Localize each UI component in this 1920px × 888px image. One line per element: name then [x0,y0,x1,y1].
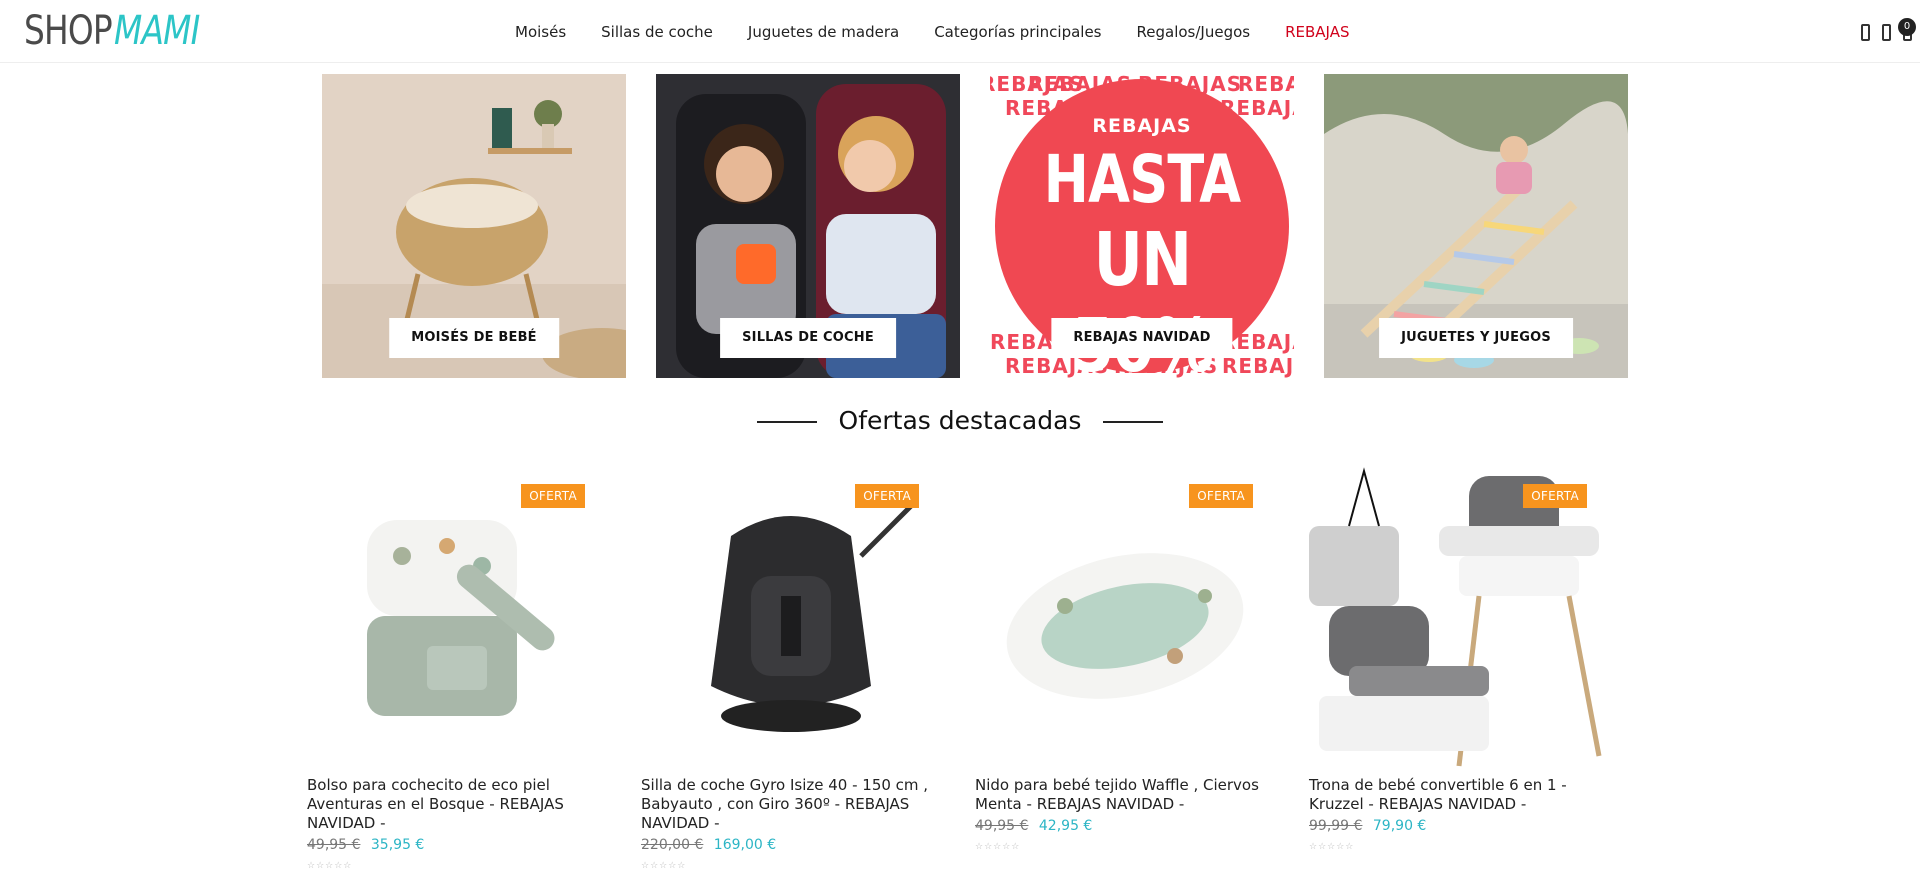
old-price: 99,99 € [1309,818,1363,834]
product-image[interactable]: OFERTA [641,466,941,776]
product-card[interactable]: OFERTA Bolso para cochecito de eco piel … [307,466,607,871]
category-juguetes-y-juegos[interactable]: JUGUETES Y JUEGOS [1324,74,1628,378]
car-seat-image [711,504,913,732]
product-image[interactable]: OFERTA [307,466,607,776]
new-price: 169,00 € [713,837,777,853]
search-icon[interactable] [1861,23,1870,41]
rating-stars: ☆☆☆☆☆ [975,842,1021,852]
product-prices: 49,95 € 35,95 € [307,835,607,855]
heading-line-left [757,420,818,423]
baby-nest-image [1006,553,1244,699]
cart-count-badge: 0 [1898,17,1916,36]
category-moises[interactable]: MOISÉS DE BEBÉ [322,74,626,378]
product-prices: 220,00 € 169,00 € [641,835,941,855]
site-header: SHOP MAMI Moisés Sillas de coche Juguete… [0,0,1920,63]
product-card[interactable]: OFERTA Silla de coche Gyro Isize 40 - 15… [641,466,941,871]
product-image[interactable]: OFERTA [1309,466,1609,776]
offer-badge: OFERTA [521,484,585,508]
product-title[interactable]: Silla de coche Gyro Isize 40 - 150 cm , … [641,776,941,833]
sale-circle-small-text: REBAJAS [1092,115,1192,137]
nav-juguetes-de-madera[interactable]: Juguetes de madera [748,20,899,44]
old-price: 49,95 € [975,818,1029,834]
old-price: 49,95 € [307,837,361,853]
nav-categorias-principales[interactable]: Categorías principales [934,20,1101,44]
featured-offers-heading: Ofertas destacadas [0,403,1920,439]
high-chair-image [1309,467,1602,767]
sale-circle-line1: HASTA [1043,141,1241,218]
product-title[interactable]: Bolso para cochecito de eco piel Aventur… [307,776,607,833]
new-price: 79,90 € [1372,818,1427,834]
offer-badge: OFERTA [1189,484,1253,508]
category-sillas-de-coche[interactable]: SILLAS DE COCHE [656,74,960,378]
category-label: REBAJAS NAVIDAD [1051,318,1233,358]
account-icon[interactable] [1882,23,1891,41]
logo-mami-text: MAMI [114,8,200,54]
rating-stars: ☆☆☆☆☆ [307,861,353,871]
new-price: 42,95 € [1038,818,1093,834]
category-label: MOISÉS DE BEBÉ [389,318,559,358]
offer-badge: OFERTA [855,484,919,508]
section-title: Ofertas destacadas [838,406,1082,435]
old-price: 220,00 € [641,837,704,853]
nav-rebajas[interactable]: REBAJAS [1285,20,1349,44]
main-nav: Moisés Sillas de coche Juguetes de mader… [515,20,1384,44]
new-price: 35,95 € [370,837,425,853]
product-card[interactable]: OFERTA Nido para bebé tejido Waffle , Ci… [975,466,1275,852]
sale-repeat-text-4: REBAJAS [1238,74,1294,96]
rating-stars: ☆☆☆☆☆ [641,861,687,871]
nav-sillas-de-coche[interactable]: Sillas de coche [601,20,713,44]
header-icons: 0 [1861,17,1920,44]
product-title[interactable]: Trona de bebé convertible 6 en 1 - Kruzz… [1309,776,1609,814]
category-rebajas-navidad[interactable]: REBAJAS REBAJAS REBAJAS REBAJAS REBAJAS … [990,74,1294,378]
product-prices: 49,95 € 42,95 € [975,816,1275,836]
category-label: SILLAS DE COCHE [720,318,896,358]
rating-stars: ☆☆☆☆☆ [1309,842,1355,852]
nav-moises[interactable]: Moisés [515,20,566,44]
product-image[interactable]: OFERTA [975,466,1275,776]
cart-icon[interactable]: 0 [1898,17,1916,41]
product-prices: 99,99 € 79,90 € [1309,816,1609,836]
nav-regalos-juegos[interactable]: Regalos/Juegos [1137,20,1251,44]
heading-line-right [1102,420,1163,423]
category-label: JUGUETES Y JUEGOS [1379,318,1573,358]
logo-shop-text: SHOP [24,8,113,54]
product-title[interactable]: Nido para bebé tejido Waffle , Ciervos M… [975,776,1275,814]
shopmami-logo[interactable]: SHOP MAMI [24,10,218,52]
product-card[interactable]: OFERTA Trona de bebé convertible 6 en 1 … [1309,466,1609,852]
stroller-bag-image [367,520,555,716]
offer-badge: OFERTA [1523,484,1587,508]
